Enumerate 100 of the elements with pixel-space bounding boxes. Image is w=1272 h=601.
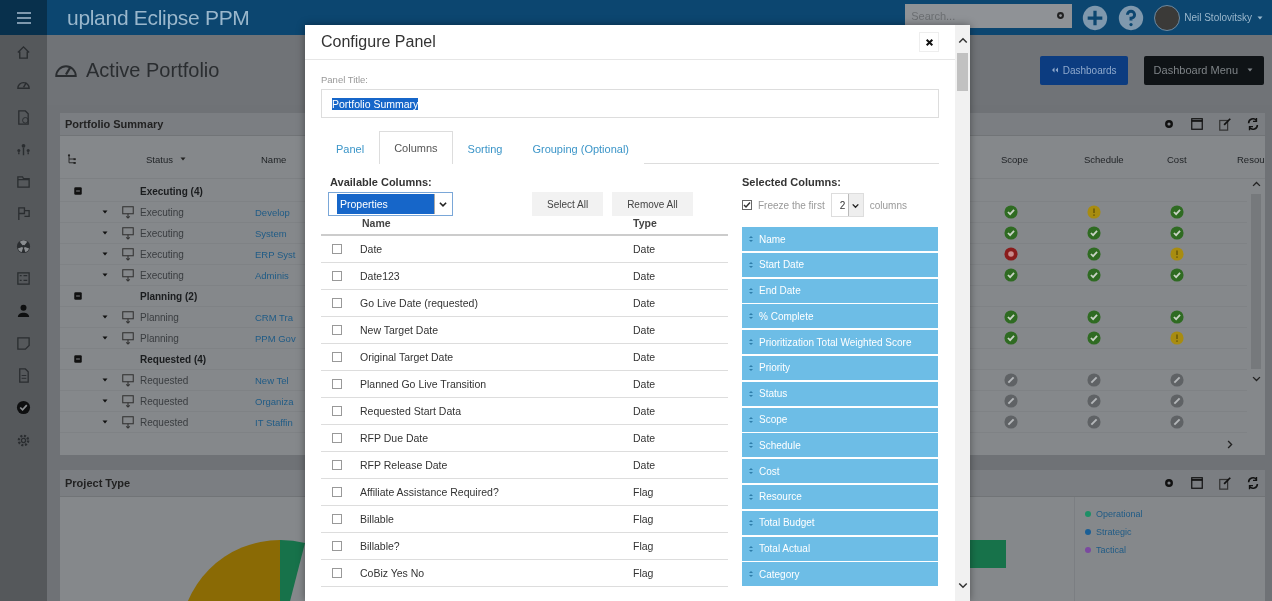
- drag-handle-icon: [747, 441, 755, 450]
- selected-column-item[interactable]: Cost: [742, 459, 938, 484]
- column-type: Date: [633, 324, 657, 336]
- collapse-icon: [72, 354, 83, 364]
- selected-column-item[interactable]: Resource: [742, 484, 938, 509]
- network-icon: [16, 141, 31, 157]
- column-name: Planned Go Live Transition: [360, 378, 488, 390]
- scrollbar-thumb[interactable]: [957, 53, 968, 91]
- refresh-icon: [1246, 117, 1260, 131]
- column-type: Date: [633, 459, 657, 471]
- project-link[interactable]: New Tel: [255, 374, 289, 386]
- drag-handle-icon: [747, 518, 755, 527]
- column-name: Date: [360, 243, 384, 255]
- column-header[interactable]: Schedule: [1084, 153, 1124, 165]
- page-title: Active Portfolio: [86, 58, 220, 82]
- checkbox[interactable]: [332, 541, 342, 551]
- checkbox[interactable]: [332, 406, 342, 416]
- status-text: Executing: [140, 248, 184, 260]
- column-name: Affiliate Assistance Required?: [360, 486, 500, 498]
- check-status-icon: [1169, 205, 1184, 219]
- legend-label: Strategic: [1096, 527, 1132, 537]
- project-link[interactable]: Organiza: [255, 395, 294, 407]
- project-link[interactable]: Adminis: [255, 269, 289, 281]
- selected-column-item[interactable]: % Complete: [742, 304, 938, 329]
- drag-handle-icon: [747, 286, 755, 295]
- presentation-icon: [120, 205, 135, 219]
- column-source-select[interactable]: Properties: [328, 192, 453, 216]
- column-header[interactable]: Resou: [1237, 153, 1265, 165]
- project-link[interactable]: CRM Tra: [255, 311, 293, 323]
- checkbox[interactable]: [332, 298, 342, 308]
- column-header[interactable]: Scope: [1001, 153, 1028, 165]
- dashboards-button[interactable]: Dashboards: [1039, 55, 1128, 85]
- selected-column-item[interactable]: Status: [742, 381, 938, 406]
- project-link[interactable]: PPM Gov: [255, 332, 296, 344]
- double-left-arrow-icon: [1050, 66, 1059, 74]
- column-type: Date: [633, 270, 657, 282]
- check-status-icon: [1086, 226, 1101, 240]
- checkbox[interactable]: [332, 352, 342, 362]
- status-text: Executing: [140, 227, 184, 239]
- checkbox[interactable]: [332, 514, 342, 524]
- freeze-label: columns: [869, 199, 907, 211]
- avatar[interactable]: [1154, 4, 1181, 31]
- stop-status-icon: [1003, 247, 1018, 261]
- checkbox[interactable]: [332, 271, 342, 281]
- checkbox[interactable]: [332, 379, 342, 389]
- panel-title: Project Type: [65, 477, 131, 489]
- column-type: Flag: [633, 486, 655, 498]
- checkbox[interactable]: [332, 433, 342, 443]
- selected-column-item[interactable]: Schedule: [742, 433, 938, 458]
- group-label: Executing (4): [140, 185, 203, 197]
- not-applicable-icon: [1169, 415, 1184, 429]
- tree-icon: [66, 152, 78, 166]
- selected-column-item[interactable]: Prioritization Total Weighted Score: [742, 330, 938, 355]
- tab[interactable]: Columns: [379, 131, 453, 164]
- column-header: Type: [633, 217, 658, 231]
- selected-column-item[interactable]: End Date: [742, 278, 938, 303]
- column-header[interactable]: Status: [146, 153, 173, 165]
- selected-column-item[interactable]: Name: [742, 227, 938, 251]
- refresh-icon: [1246, 476, 1260, 490]
- column-type: Date: [633, 351, 657, 363]
- status-text: Requested: [140, 416, 189, 428]
- remove-all-button[interactable]: Remove All: [612, 192, 693, 216]
- help-icon: [1118, 4, 1145, 31]
- check-status-icon: [1086, 331, 1101, 345]
- check-status-icon: [1086, 247, 1101, 261]
- warning-status-icon: [1169, 331, 1184, 345]
- column-header[interactable]: Name: [261, 153, 287, 165]
- checkbox[interactable]: [332, 244, 342, 254]
- selected-column-item[interactable]: Scope: [742, 407, 938, 432]
- close-button[interactable]: [919, 32, 939, 52]
- panel-title-field[interactable]: Portfolio Summary: [321, 89, 939, 118]
- checkbox[interactable]: [332, 568, 342, 578]
- not-applicable-icon: [1086, 394, 1101, 408]
- project-link[interactable]: System: [255, 227, 287, 239]
- checkbox[interactable]: [332, 460, 342, 470]
- selected-column-item[interactable]: Category: [742, 562, 938, 587]
- drag-handle-icon: [747, 570, 755, 579]
- checkbox[interactable]: [332, 325, 342, 335]
- check-status-icon: [1003, 331, 1018, 345]
- selected-column-item[interactable]: Start Date: [742, 252, 938, 277]
- freeze-label: Freeze the first: [758, 199, 825, 211]
- column-header[interactable]: Cost: [1167, 153, 1187, 165]
- select-all-button[interactable]: Select All: [532, 192, 604, 216]
- user-menu[interactable]: Neil Stolovitsky: [1184, 12, 1252, 23]
- presentation-icon: [120, 226, 135, 240]
- status-text: Requested: [140, 374, 189, 386]
- project-link[interactable]: IT Staffin: [255, 416, 293, 428]
- dashboard-menu-button[interactable]: Dashboard Menu: [1143, 55, 1264, 85]
- selected-column-item[interactable]: Total Budget: [742, 510, 938, 535]
- project-link[interactable]: Develop: [255, 206, 290, 218]
- checkbox[interactable]: [332, 487, 342, 497]
- caret-icon: [101, 418, 109, 426]
- selected-column-item[interactable]: Priority: [742, 356, 938, 380]
- column-name: New Target Date: [360, 324, 439, 336]
- selected-column-item[interactable]: Total Actual: [742, 536, 938, 561]
- freeze-count-select[interactable]: 2: [830, 193, 864, 217]
- caret-icon: [101, 313, 109, 321]
- project-link[interactable]: ERP Syst: [255, 248, 296, 260]
- drag-handle-icon: [747, 235, 755, 243]
- checkbox[interactable]: [742, 200, 752, 210]
